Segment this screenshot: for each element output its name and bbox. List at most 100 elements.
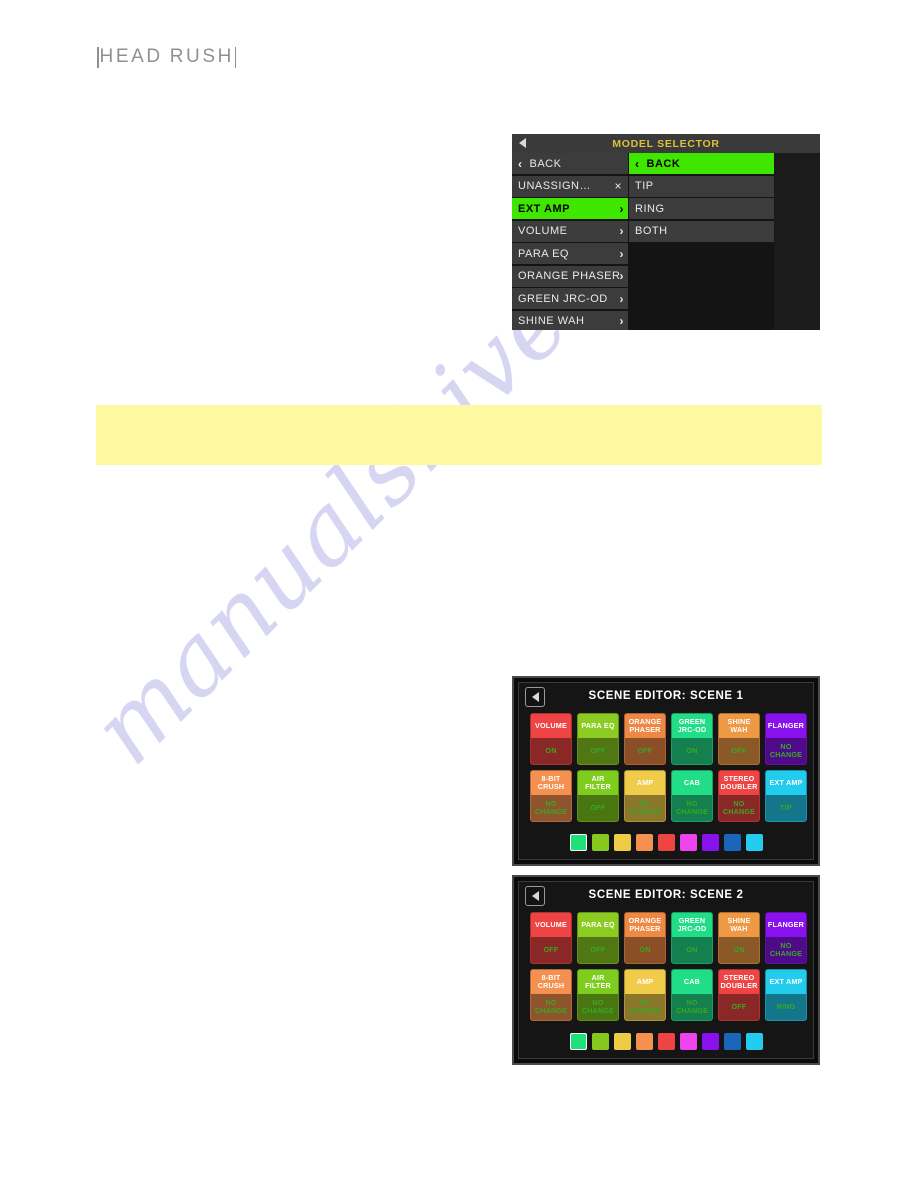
color-swatch-6[interactable] [679,834,697,851]
color-swatch-8[interactable] [723,1033,741,1050]
scene-tile-value: OFF [578,795,618,821]
submenu-item-both[interactable]: BOTH [629,220,774,242]
scene-tile-value: ON [625,937,665,963]
model-list-item-label: EXT AMP [518,202,570,215]
scene-tile-value: NO CHANGE [625,994,665,1020]
color-swatch-8[interactable] [723,834,741,851]
submenu-column: ‹ BACK TIP RING BOTH [629,153,774,243]
color-swatch-1[interactable] [569,834,587,851]
scene-tile-ext-amp[interactable]: EXT AMP TIP [765,770,807,822]
scene-tile-para-eq[interactable]: PARA EQ OFF [577,713,619,765]
scene-tile-value: NO CHANGE [719,795,759,821]
scene-tile-value: NO CHANGE [766,937,806,963]
color-swatch-3[interactable] [613,834,631,851]
scene-tile-row: VOLUME OFF PARA EQ OFF ORANGE PHASER ON GREEN … [530,912,808,964]
scene-tile-orange-phaser[interactable]: ORANGE PHASER OFF [624,713,666,765]
scene-tile-value: ON [672,937,712,963]
scene-tile-8-bit-crush[interactable]: 8-BIT CRUSH NO CHANGE [530,770,572,822]
scene-tile-name: CAB [683,777,701,787]
color-swatch-7[interactable] [701,1033,719,1050]
scene-tile-name: FLANGER [767,720,805,730]
model-list-back-button[interactable]: ‹ BACK [512,153,628,174]
scene-tile-value: ON [719,937,759,963]
scene-tile-name: AIR FILTER [585,972,611,990]
model-list-item-para-eq[interactable]: PARA EQ › [512,243,628,264]
back-arrow-icon[interactable] [519,138,526,148]
scene-tile-value: OFF [625,738,665,764]
logo-left-bar [97,46,99,68]
submenu-back-button[interactable]: ‹ BACK [629,153,774,174]
model-list-item-unassign[interactable]: UNASSIGN… × [512,175,628,197]
chevron-right-icon: › [619,314,624,328]
scene-tile-value: OFF [531,937,571,963]
model-list-item-green-jrc-od[interactable]: GREEN JRC-OD › [512,288,628,309]
scene-tile-volume[interactable]: VOLUME ON [530,713,572,765]
color-swatch-2[interactable] [591,834,609,851]
scene-tile-value: NO CHANGE [625,795,665,821]
submenu-item-ring[interactable]: RING [629,198,774,219]
scene-tile-value: TIP [766,795,806,821]
scene-tile-name: CAB [683,976,701,986]
scene-tile-name: GREEN JRC-OD [677,716,707,734]
scene-tile-ext-amp[interactable]: EXT AMP RING [765,969,807,1021]
scene-tile-amp[interactable]: AMP NO CHANGE [624,969,666,1021]
close-icon[interactable]: × [614,179,622,193]
scene-tile-name: VOLUME [535,919,567,929]
scene-tile-value: NO CHANGE [766,738,806,764]
scene-tile-cab[interactable]: CAB NO CHANGE [671,969,713,1021]
scene-tile-value: RING [766,994,806,1020]
back-arrow-icon[interactable] [525,886,545,906]
scene-tile-value: NO CHANGE [531,795,571,821]
model-list-column: ‹ BACK UNASSIGN… × EXT AMP › VOLUME › PA… [512,153,628,330]
chevron-right-icon: › [619,246,624,261]
scene-tile-value: ON [672,738,712,764]
color-swatch-3[interactable] [613,1033,631,1050]
scene-tile-name: VOLUME [535,720,567,730]
scene-tile-value: NO CHANGE [531,994,571,1020]
chevron-right-icon: › [619,224,624,238]
scene-tile-name: STEREO DOUBLER [720,773,758,791]
scene-tile-para-eq[interactable]: PARA EQ OFF [577,912,619,964]
model-list-item-label: UNASSIGN… [518,180,591,192]
scene-tile-air-filter[interactable]: AIR FILTER OFF [577,770,619,822]
scene-tile-8-bit-crush[interactable]: 8-BIT CRUSH NO CHANGE [530,969,572,1021]
scene-tile-shine-wah[interactable]: SHINE WAH OFF [718,713,760,765]
color-swatch-9[interactable] [745,1033,763,1050]
chevron-right-icon: › [619,269,624,283]
submenu-item-label: TIP [635,180,654,192]
model-list-item-orange-phaser[interactable]: ORANGE PHASER › [512,265,628,287]
back-arrow-icon[interactable] [525,687,545,707]
color-swatch-2[interactable] [591,1033,609,1050]
scene-tile-value: NO CHANGE [672,795,712,821]
scene-tile-volume[interactable]: VOLUME OFF [530,912,572,964]
scene-tile-stereo-doubler[interactable]: STEREO DOUBLER OFF [718,969,760,1021]
color-swatch-5[interactable] [657,834,675,851]
scene-tile-row: VOLUME ON PARA EQ OFF ORANGE PHASER OFF GREEN … [530,713,808,765]
scene-tile-air-filter[interactable]: AIR FILTER NO CHANGE [577,969,619,1021]
scene-tile-stereo-doubler[interactable]: STEREO DOUBLER NO CHANGE [718,770,760,822]
color-swatch-6[interactable] [679,1033,697,1050]
scene-tile-green-jrc-od[interactable]: GREEN JRC-OD ON [671,713,713,765]
scene-tile-flanger[interactable]: FLANGER NO CHANGE [765,713,807,765]
submenu-item-tip[interactable]: TIP [629,175,774,197]
color-swatch-5[interactable] [657,1033,675,1050]
scene-tile-flanger[interactable]: FLANGER NO CHANGE [765,912,807,964]
scene-tile-green-jrc-od[interactable]: GREEN JRC-OD ON [671,912,713,964]
model-list-item-volume[interactable]: VOLUME › [512,220,628,242]
scene-tile-name: GREEN JRC-OD [677,915,707,933]
scene-tile-shine-wah[interactable]: SHINE WAH ON [718,912,760,964]
scene-tile-amp[interactable]: AMP NO CHANGE [624,770,666,822]
color-swatch-4[interactable] [635,834,653,851]
model-list-item-shine-wah[interactable]: SHINE WAH › [512,310,628,330]
logo-word-head: HEAD [99,46,163,67]
color-swatch-9[interactable] [745,834,763,851]
model-list-item-ext-amp[interactable]: EXT AMP › [512,198,628,219]
scene-editor-inner-1: SCENE EDITOR: SCENE 1 VOLUME ON PARA EQ OFF… [518,682,814,860]
scene-tile-orange-phaser[interactable]: ORANGE PHASER ON [624,912,666,964]
color-swatch-7[interactable] [701,834,719,851]
scene-tile-name: AMP [636,976,654,986]
color-swatch-1[interactable] [569,1033,587,1050]
color-swatch-4[interactable] [635,1033,653,1050]
chevron-right-icon: › [619,291,624,306]
scene-tile-cab[interactable]: CAB NO CHANGE [671,770,713,822]
